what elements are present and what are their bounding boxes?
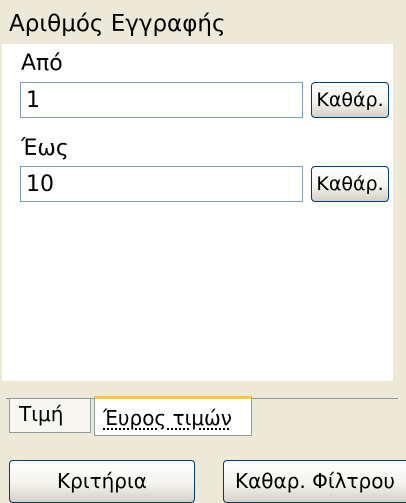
criteria-button[interactable]: Κριτήρια <box>9 460 195 503</box>
tab-value[interactable]: Τιμή <box>9 399 91 433</box>
from-label: Από <box>21 51 63 76</box>
tab-value-label: Τιμή <box>19 402 64 426</box>
clear-filter-button[interactable]: Καθαρ. Φίλτρου <box>223 460 406 503</box>
from-clear-button[interactable]: Καθάρ. <box>311 82 389 118</box>
to-input[interactable] <box>20 166 303 202</box>
to-label: Έως <box>21 136 69 161</box>
panel-title: Αριθμός Εγγραφής <box>9 11 226 37</box>
to-clear-button[interactable]: Καθάρ. <box>311 166 389 202</box>
tab-value-range-label: Έυρος τιμών <box>103 406 232 430</box>
panel-left-border <box>0 44 2 389</box>
panel-right-border <box>393 44 406 389</box>
tab-value-range[interactable]: Έυρος τιμών <box>94 396 252 436</box>
from-input[interactable] <box>20 82 303 118</box>
panel-header: Αριθμός Εγγραφής <box>0 0 406 44</box>
panel-bottom-border <box>0 381 406 389</box>
